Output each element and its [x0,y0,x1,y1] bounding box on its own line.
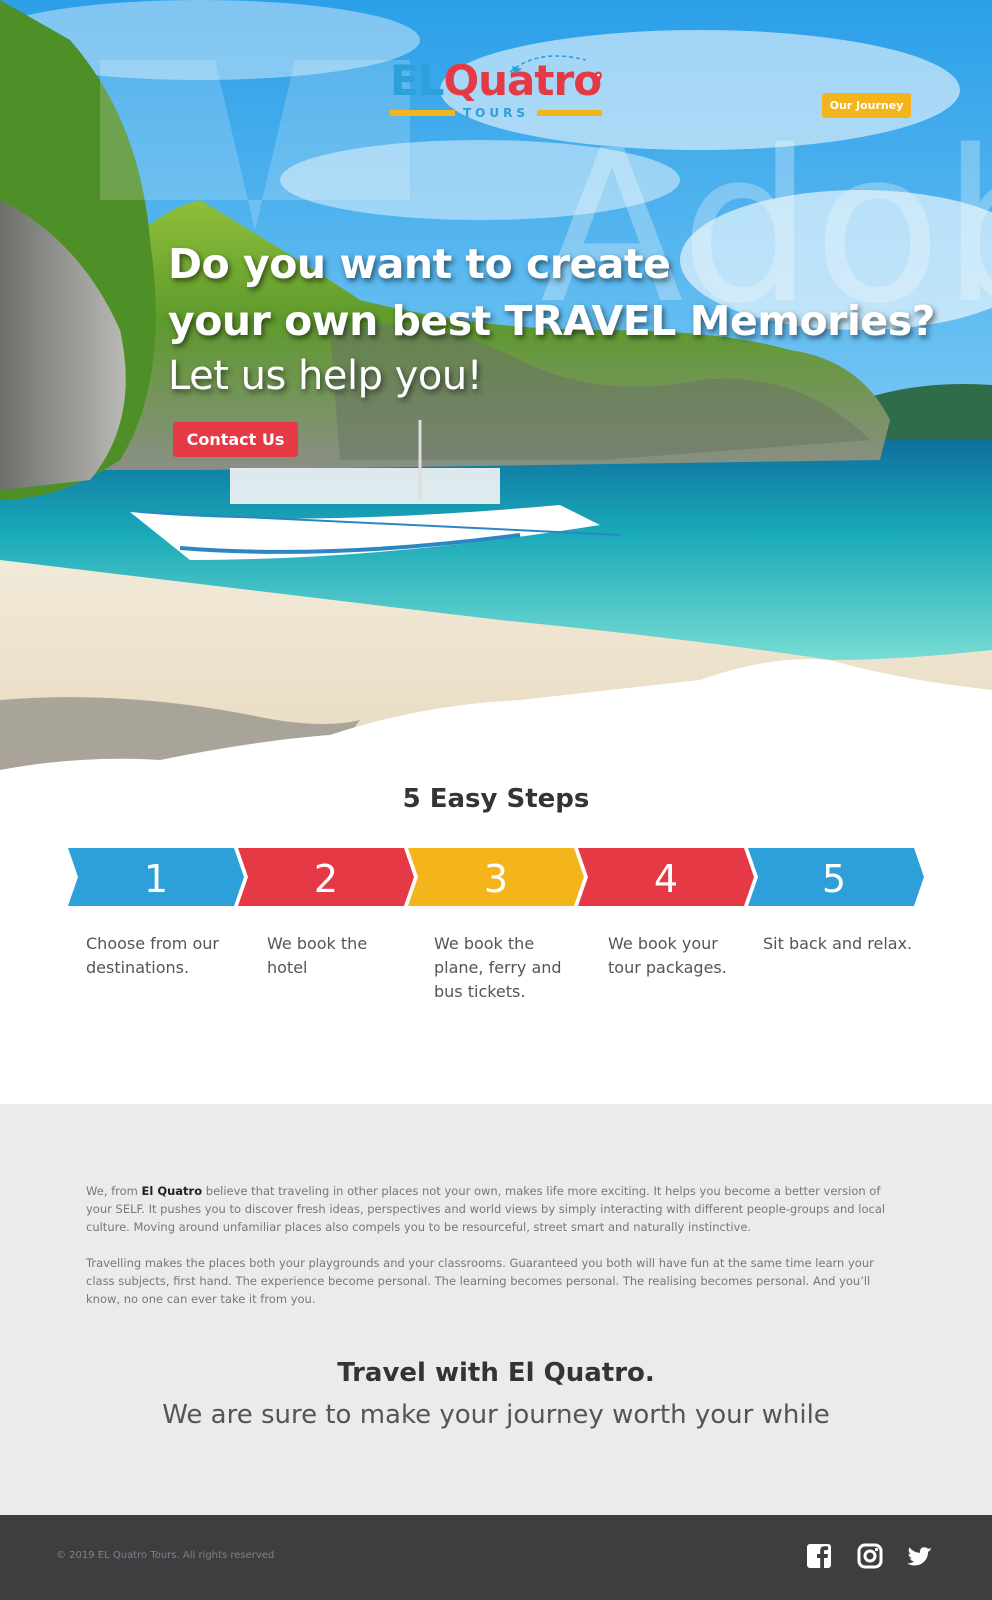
logo-el-text: EL [390,56,444,105]
step-arrow-1: 1 [68,848,244,906]
logo-tours-text: TOURS [463,106,530,120]
hero-headline: Do you want to create your own best TRAV… [168,236,968,402]
steps-arrow-bar: 1 2 3 4 5 [68,848,924,906]
step-arrow-4: 4 [578,848,754,906]
twitter-icon[interactable] [905,1542,937,1570]
step-description-4: We book your tour packages. [608,932,727,980]
step-number-2: 2 [314,857,338,901]
step-1-line-2: destinations. [86,958,190,977]
about-p1-brand: El Quatro [141,1184,203,1198]
step-2-line-1: We book the [267,934,368,953]
step-4-line-1: We book your [608,934,718,953]
about-paragraph-2: Travelling makes the places both your pl… [86,1256,874,1306]
step-4-line-2: tour packages. [608,958,727,977]
step-description-2: We book the hotel [267,932,367,980]
instagram-icon[interactable] [856,1542,884,1570]
logo-bar-right [537,110,603,116]
logo-bar-left [390,110,455,116]
step-2-line-2: hotel [267,958,308,977]
about-section: We, from El Quatro believe that travelin… [0,1104,992,1515]
tagline-title: Travel with El Quatro. [337,1358,655,1388]
brand-logo[interactable]: EL Quatro TOURS [390,50,602,126]
step-number-3: 3 [484,857,508,901]
site-footer: © 2019 EL Quatro Tours. All rights reser… [0,1515,992,1600]
step-description-1: Choose from our destinations. [86,932,219,980]
hero-line-1: Do you want to create [168,240,671,288]
step-description-5: Sit back and relax. [763,932,912,956]
step-number-1: 1 [144,857,168,901]
step-arrow-5: 5 [748,848,924,906]
our-journey-button[interactable]: Our Journey [822,93,911,118]
step-3-line-1: We book the [434,934,535,953]
hero-line-3: Let us help you! [168,353,483,399]
step-arrow-2: 2 [238,848,414,906]
step-number-5: 5 [822,857,846,901]
steps-title: 5 Easy Steps [402,784,590,814]
about-p1-rest: believe that traveling in other places n… [86,1184,886,1234]
hero-line-2: your own best TRAVEL Memories? [168,297,935,345]
copyright-text: © 2019 EL Quatro Tours. All rights reser… [56,1550,275,1561]
step-5-line-1: Sit back and relax. [763,934,913,953]
step-arrow-3: 3 [408,848,584,906]
plane-icon [509,55,587,74]
step-description-3: We book the plane, ferry and bus tickets… [434,932,562,1004]
contact-us-button[interactable]: Contact Us [173,422,298,457]
step-1-line-1: Choose from our [86,934,219,953]
step-3-line-3: bus tickets. [434,982,526,1001]
tagline-subtitle: We are sure to make your journey worth y… [162,1400,830,1430]
step-number-4: 4 [654,857,678,901]
step-3-line-2: plane, ferry and [434,958,562,977]
hero-section: Adob EL Quatro TOURS Our Journey Do you … [0,0,992,790]
about-p1-prefix: We, from [86,1184,142,1198]
facebook-icon[interactable] [805,1542,833,1570]
about-paragraph-1: We, from El Quatro believe that travelin… [86,1182,906,1236]
